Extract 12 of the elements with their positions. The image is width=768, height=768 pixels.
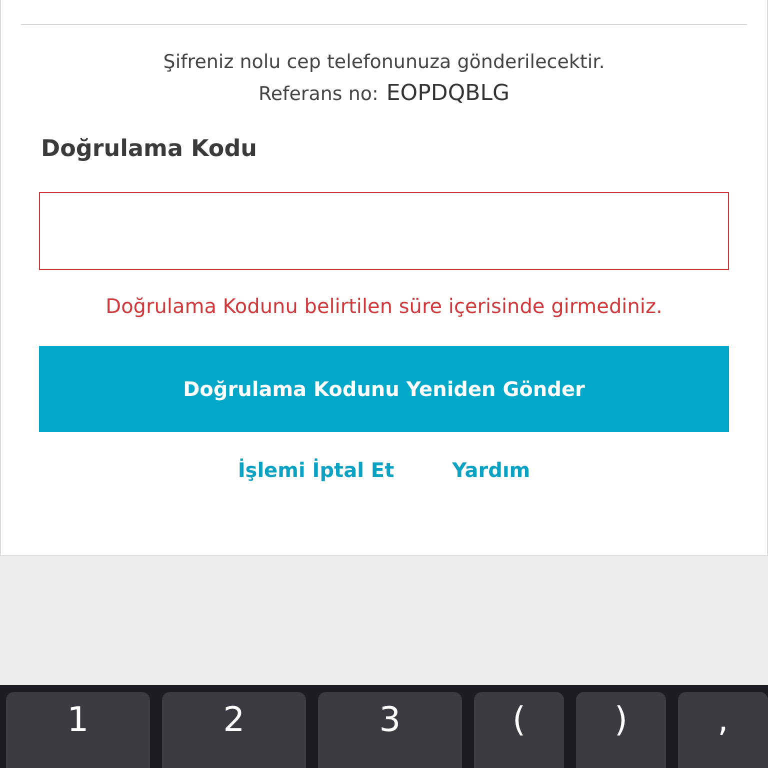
- info-message: Şifreniz nolu cep telefonunuza gönderilecektir.: [162, 51, 606, 73]
- error-message: Doğrulama Kodunu belirtilen süre içerisinde girmediniz.: [104, 294, 664, 318]
- keyboard-key[interactable]: ,: [678, 692, 768, 768]
- keyboard-key[interactable]: 2: [162, 692, 306, 768]
- reference-value: EOPDQBLG: [386, 81, 510, 106]
- reference-label: Referans no:: [258, 83, 378, 105]
- verification-code-field[interactable]: [39, 192, 729, 270]
- keyboard-key[interactable]: 1: [6, 692, 150, 768]
- keyboard-key[interactable]: ): [576, 692, 666, 768]
- field-label: Doğrulama Kodu: [41, 136, 258, 162]
- keyboard-key[interactable]: (: [474, 692, 564, 768]
- keyboard-key[interactable]: 3: [318, 692, 462, 768]
